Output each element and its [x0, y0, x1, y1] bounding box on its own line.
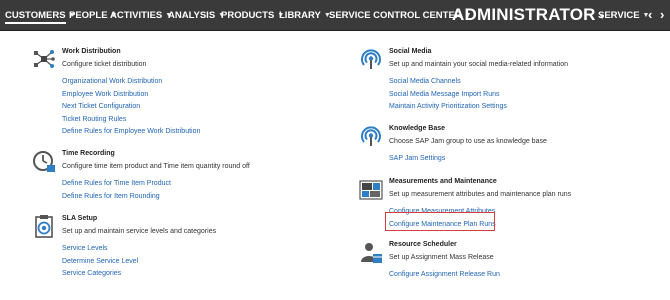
- person-calendar-icon: [359, 240, 383, 264]
- nav-service-label: SERVICE: [598, 10, 640, 21]
- link-list: Organizational Work Distribution Employe…: [62, 76, 352, 139]
- section-description: Set up Assignment Mass Release: [389, 254, 494, 261]
- link-determine-service-level[interactable]: Determine Service Level: [62, 256, 352, 269]
- nav-products[interactable]: PRODUCTS ▼: [221, 0, 284, 30]
- link-ticket-routing-rules[interactable]: Ticket Routing Rules: [62, 114, 352, 127]
- link-list: Configure Assignment Release Run: [389, 269, 670, 282]
- resource-scheduler-body: Resource Scheduler Set up Assignment Mas…: [389, 240, 670, 282]
- link-organizational-work-distribution[interactable]: Organizational Work Distribution: [62, 76, 352, 89]
- link-list: Social Media Channels Social Media Messa…: [389, 76, 670, 114]
- link-social-media-message-import-runs[interactable]: Social Media Message Import Runs: [389, 89, 670, 102]
- nav-service-control-center[interactable]: SERVICE CONTROL CENTER ▼: [329, 0, 472, 30]
- nav-customers-label: CUSTOMERS: [5, 10, 66, 24]
- work-distribution-body: Work Distribution Configure ticket distr…: [62, 47, 352, 139]
- top-navigation-bar: CUSTOMERS ▼ PEOPLE ▼ ACTIVITIES ▼ ANALYSIS ▼…: [0, 0, 670, 31]
- highlight-box: [385, 212, 495, 231]
- nav-analysis-label: ANALYSIS: [168, 10, 216, 21]
- link-list: SAP Jam Settings: [389, 153, 670, 166]
- nav-people-label: PEOPLE: [69, 10, 108, 21]
- link-service-categories[interactable]: Service Categories: [62, 268, 352, 281]
- nav-administrator-label: ADMINISTRATOR: [452, 5, 596, 24]
- sla-setup-body: SLA Setup Set up and maintain service le…: [62, 214, 352, 281]
- nav-analysis[interactable]: ANALYSIS ▼: [168, 0, 225, 30]
- nav-customers[interactable]: CUSTOMERS ▼: [5, 0, 75, 30]
- social-media-body: Social Media Set up and maintain your so…: [389, 47, 670, 114]
- section-title: Time Recording: [62, 150, 115, 157]
- link-define-rules-time-item-product[interactable]: Define Rules for Time Item Product: [62, 178, 352, 191]
- link-sap-jam-settings[interactable]: SAP Jam Settings: [389, 153, 670, 166]
- clock-icon: [32, 149, 56, 173]
- section-description: Choose SAP Jam group to use as knowledge…: [389, 138, 547, 145]
- network-nodes-icon: [32, 47, 56, 71]
- link-list: Service Levels Determine Service Level S…: [62, 243, 352, 281]
- link-define-rules-item-rounding[interactable]: Define Rules for Item Rounding: [62, 191, 352, 204]
- link-social-media-channels[interactable]: Social Media Channels: [389, 76, 670, 89]
- nav-products-label: PRODUCTS: [221, 10, 275, 21]
- link-service-levels[interactable]: Service Levels: [62, 243, 352, 256]
- section-title: SLA Setup: [62, 215, 98, 222]
- link-list: Define Rules for Time Item Product Defin…: [62, 178, 352, 203]
- broadcast-signal-icon: [359, 47, 383, 71]
- link-configure-assignment-release-run[interactable]: Configure Assignment Release Run: [389, 269, 670, 282]
- nav-administrator[interactable]: ADMINISTRATOR ▼: [452, 0, 606, 30]
- section-description: Set up and maintain service levels and c…: [62, 228, 217, 235]
- nav-library-label: LIBRARY: [279, 10, 321, 21]
- section-description: Configure ticket distribution: [62, 61, 147, 68]
- nav-activities-label: ACTIVITIES: [110, 10, 163, 21]
- section-title: Knowledge Base: [389, 125, 446, 132]
- section-title: Resource Scheduler: [389, 241, 457, 248]
- section-description: Set up and maintain your social media-re…: [389, 61, 568, 68]
- nav-service[interactable]: SERVICE ▼: [598, 0, 649, 30]
- link-employee-work-distribution[interactable]: Employee Work Distribution: [62, 89, 352, 102]
- link-define-rules-employee-work-distribution[interactable]: Define Rules for Employee Work Distribut…: [62, 126, 352, 139]
- clipboard-target-icon: [32, 214, 56, 238]
- scroll-left-icon[interactable]: ‹: [648, 0, 652, 30]
- knowledge-base-body: Knowledge Base Choose SAP Jam group to u…: [389, 124, 670, 166]
- broadcast-signal-icon: [359, 124, 383, 148]
- link-maintain-activity-prioritization[interactable]: Maintain Activity Prioritization Setting…: [389, 101, 670, 114]
- nav-activities[interactable]: ACTIVITIES ▼: [110, 0, 172, 30]
- nav-library[interactable]: LIBRARY ▼: [279, 0, 331, 30]
- link-next-ticket-configuration[interactable]: Next Ticket Configuration: [62, 101, 352, 114]
- section-title: Social Media: [389, 48, 432, 55]
- nav-service-control-center-label: SERVICE CONTROL CENTER: [329, 10, 462, 21]
- section-title: Measurements and Maintenance: [389, 178, 497, 185]
- scroll-right-icon[interactable]: ›: [660, 0, 664, 30]
- gauge-settings-icon: [359, 177, 383, 201]
- section-description: Configure time item product and Time ite…: [62, 163, 250, 170]
- section-title: Work Distribution: [62, 48, 121, 55]
- time-recording-body: Time Recording Configure time item produ…: [62, 149, 352, 203]
- section-description: Set up measurement attributes and mainte…: [389, 191, 572, 198]
